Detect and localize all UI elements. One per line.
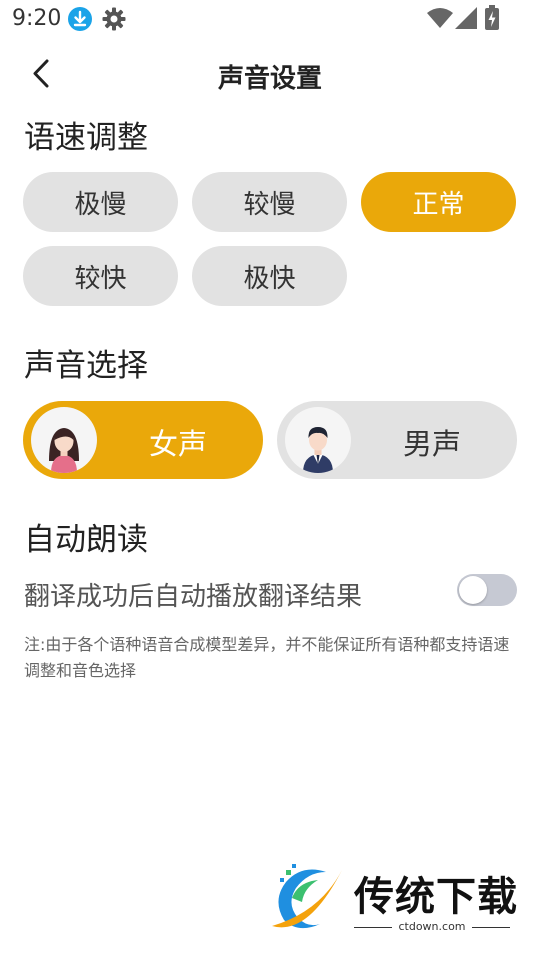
page-title: 声音设置 [217,64,322,94]
male-avatar-icon [285,407,351,473]
signal-icon [455,7,477,29]
speed-section-title: 语速调整 [24,120,148,156]
gear-icon [101,6,127,32]
status-time: 9:20 [12,6,62,31]
speed-option-label: 正常 [412,189,465,220]
speed-option-label: 较快 [74,263,127,294]
voice-option-male[interactable]: 男声 [277,401,517,479]
watermark: 传统下载 ctdown.com [268,862,518,938]
wifi-icon [427,8,453,28]
watermark-text: 传统下载 [354,874,518,920]
battery-icon [484,5,500,31]
voice-section-title: 声音选择 [24,348,148,384]
speed-option-fast[interactable]: 较快 [23,246,178,306]
watermark-url: ctdown.com [398,920,466,933]
female-avatar-icon [31,407,97,473]
autoread-toggle[interactable] [457,574,517,606]
speed-option-very-fast[interactable]: 极快 [192,246,347,306]
voice-option-label: 女声 [148,427,207,461]
speed-option-label: 较慢 [243,189,296,220]
note-text: 注:由于各个语种语音合成模型差异，并不能保证所有语种都支持语速调整和音色选择 [24,635,510,680]
header: 声音设置 [0,44,540,104]
autoread-section-title: 自动朗读 [24,522,148,558]
watermark-logo-icon [268,862,346,936]
download-icon [68,7,92,31]
autoread-label: 翻译成功后自动播放翻译结果 [24,582,363,612]
voice-option-female[interactable]: 女声 [23,401,263,479]
speed-option-label: 极快 [243,263,296,294]
voice-option-label: 男声 [402,427,461,461]
speed-option-slow[interactable]: 较慢 [192,172,347,232]
toggle-knob [459,576,487,604]
speed-option-normal[interactable]: 正常 [361,172,516,232]
speed-option-very-slow[interactable]: 极慢 [23,172,178,232]
status-bar: 9:20 [0,0,540,38]
speed-option-label: 极慢 [74,189,127,220]
